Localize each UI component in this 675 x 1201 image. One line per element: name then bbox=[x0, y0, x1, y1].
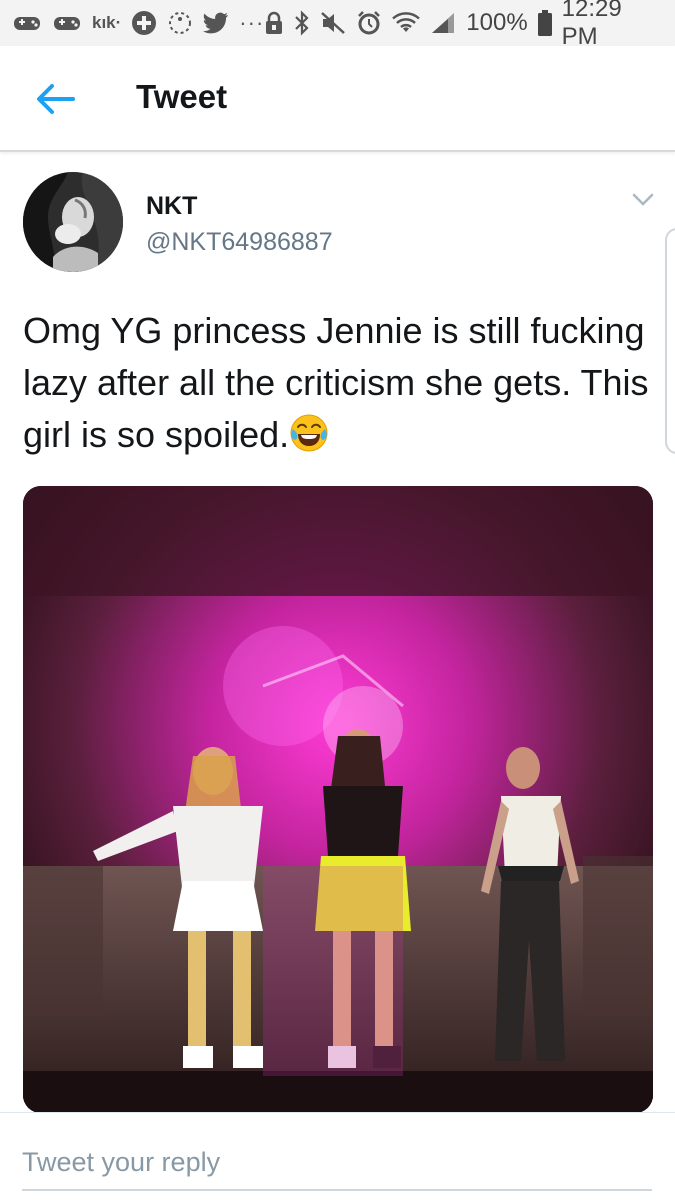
chevron-down-icon bbox=[632, 193, 654, 206]
plus-icon bbox=[131, 9, 157, 37]
face-with-tears-of-joy-icon bbox=[290, 414, 328, 452]
reply-bar bbox=[0, 1112, 675, 1201]
tweet-menu-button[interactable] bbox=[628, 188, 658, 212]
app-header: Tweet bbox=[0, 46, 675, 152]
twitter-icon bbox=[203, 9, 229, 37]
user-handle[interactable]: @NKT64986887 bbox=[146, 228, 333, 257]
tweet-text: Omg YG princess Jennie is still fucking … bbox=[23, 305, 653, 461]
lock-icon bbox=[264, 9, 284, 37]
reply-underline bbox=[22, 1189, 652, 1191]
avatar[interactable] bbox=[23, 172, 123, 272]
bluetooth-icon bbox=[294, 9, 310, 37]
battery-icon bbox=[537, 9, 552, 37]
back-button[interactable] bbox=[30, 76, 80, 122]
wifi-icon bbox=[392, 9, 421, 37]
battery-percent: 100% bbox=[466, 9, 528, 36]
gamepad-icon bbox=[52, 9, 82, 37]
status-bar: kık· ··· 100% 12:29 PM bbox=[0, 0, 675, 50]
signal-icon bbox=[430, 9, 456, 37]
kik-icon: kık· bbox=[92, 13, 122, 32]
reply-input[interactable] bbox=[22, 1137, 652, 1187]
spinner-icon bbox=[167, 9, 193, 37]
next-card-edge bbox=[665, 228, 675, 454]
gamepad-icon bbox=[12, 9, 42, 37]
overflow-dots: ··· bbox=[239, 10, 265, 35]
tweet-media-video[interactable] bbox=[23, 486, 653, 1113]
clock: 12:29 PM bbox=[561, 0, 622, 50]
back-arrow-icon bbox=[37, 84, 75, 114]
alarm-icon bbox=[356, 9, 382, 37]
tweet-body: Omg YG princess Jennie is still fucking … bbox=[23, 310, 649, 455]
display-name[interactable]: NKT bbox=[146, 192, 197, 221]
page-title: Tweet bbox=[136, 78, 228, 115]
mute-icon bbox=[320, 9, 346, 37]
